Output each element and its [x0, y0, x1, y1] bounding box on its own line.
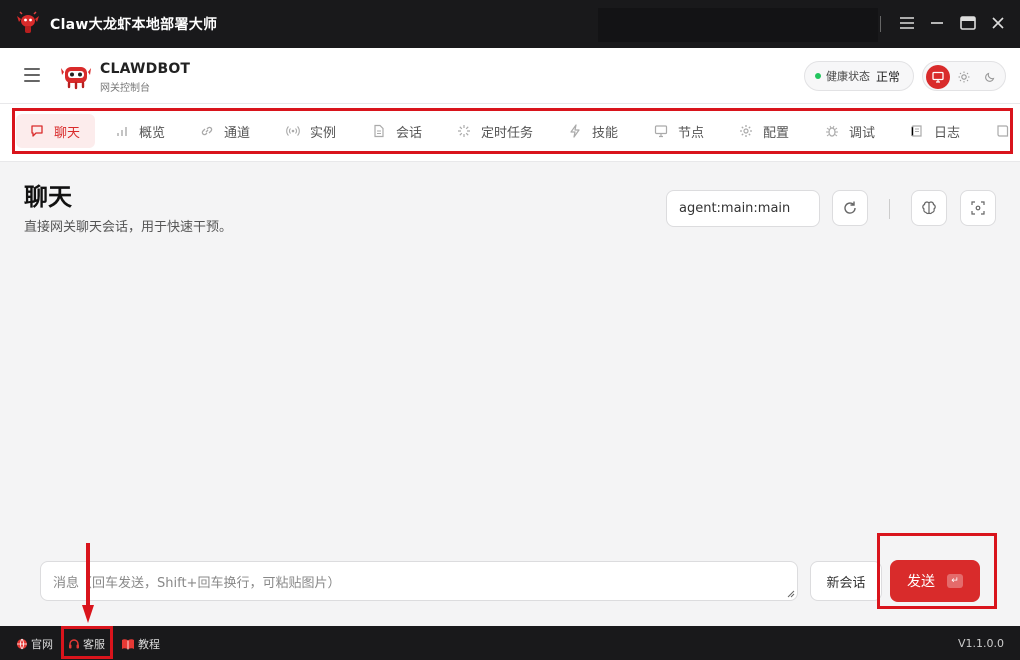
broadcast-icon: [286, 126, 300, 136]
session-key-input[interactable]: agent:main:main: [666, 190, 820, 227]
tab-channels[interactable]: 通道: [186, 114, 264, 148]
book-open-icon: [122, 639, 134, 650]
focus-icon: [971, 201, 985, 215]
gear-icon: [740, 125, 752, 137]
tab-label: 概览: [139, 125, 166, 141]
bug-icon: [826, 125, 838, 137]
refresh-button[interactable]: [832, 190, 868, 226]
health-status-label: 健康状态: [826, 70, 870, 83]
tutorial-label: 教程: [138, 638, 160, 651]
nav-tab-bar: 聊天 概览 通道 实例 会话 定时任务 技能 节点 配置 调试 日志: [0, 104, 1020, 162]
app-logo-icon: [17, 11, 39, 33]
tab-label: 定时任务: [481, 125, 534, 141]
window-title: Claw大龙虾本地部署大师: [50, 17, 218, 33]
document-icon: [374, 124, 384, 138]
title-bar: Claw大龙虾本地部署大师: [0, 0, 1020, 48]
brain-toggle-button[interactable]: [911, 190, 947, 226]
tab-scheduled-tasks[interactable]: 定时任务: [443, 114, 547, 148]
send-button[interactable]: 发送 ↵: [890, 560, 980, 602]
app-version: V1.1.0.0: [957, 637, 1004, 650]
dark-theme-button[interactable]: [978, 65, 1002, 89]
support-label: 客服: [83, 638, 105, 651]
tab-debug[interactable]: 调试: [811, 114, 889, 148]
globe-icon: [17, 638, 27, 650]
light-theme-button[interactable]: [952, 65, 976, 89]
link-icon: [201, 126, 213, 136]
hamburger-menu-icon[interactable]: [24, 68, 40, 82]
resize-grip-icon[interactable]: [787, 590, 795, 598]
system-theme-button[interactable]: [926, 65, 950, 89]
loader-icon: [458, 125, 470, 137]
refresh-icon: [844, 201, 856, 214]
new-session-button[interactable]: 新会话: [810, 561, 882, 601]
tab-sessions[interactable]: 会话: [358, 114, 436, 148]
tab-label: 技能: [592, 125, 619, 141]
health-status-badge: 健康状态 正常: [804, 61, 914, 91]
tab-label: 聊天: [54, 125, 81, 141]
tab-config[interactable]: 配置: [725, 114, 803, 148]
chat-bubble-icon: [31, 125, 43, 137]
tab-label: 通道: [224, 125, 251, 141]
website-label: 官网: [31, 638, 53, 651]
health-status-value: 正常: [876, 69, 901, 84]
message-input[interactable]: 消息（回车发送，Shift+回车换行，可粘贴图片）: [40, 561, 798, 601]
headset-icon: [69, 639, 79, 649]
tab-label: 日志: [934, 125, 961, 141]
moon-icon: [985, 72, 995, 82]
tab-label: 会话: [396, 125, 423, 141]
sun-icon: [958, 71, 970, 83]
clawdbot-logo-icon: [61, 67, 91, 90]
status-dot-icon: [815, 73, 821, 79]
book-icon: [997, 125, 1009, 137]
tab-label: 实例: [310, 125, 337, 141]
enter-key-icon: ↵: [947, 574, 963, 588]
bar-chart-icon: [117, 127, 127, 136]
send-label: 发送: [907, 574, 935, 590]
tab-nodes[interactable]: 节点: [640, 114, 718, 148]
maximize-icon[interactable]: [957, 12, 979, 34]
website-link[interactable]: 官网: [16, 636, 53, 652]
tab-label: 配置: [763, 125, 790, 141]
minimize-icon[interactable]: [926, 12, 948, 34]
tutorial-link[interactable]: 教程: [121, 636, 160, 652]
brand-subtitle: 网关控制台: [100, 83, 150, 94]
app-header: CLAWDBOT 网关控制台 健康状态 正常: [0, 48, 1020, 104]
tab-overview[interactable]: 概览: [101, 114, 179, 148]
menu-icon[interactable]: [896, 12, 918, 34]
toolbar-divider: [889, 199, 890, 219]
focus-mode-button[interactable]: [960, 190, 996, 226]
status-footer: 官网 客服 教程 V1.1.0.0: [0, 626, 1020, 660]
tab-skills[interactable]: 技能: [554, 114, 632, 148]
support-link[interactable]: 客服: [68, 636, 105, 652]
tab-label: 调试: [849, 125, 876, 141]
close-icon[interactable]: [987, 12, 1009, 34]
monitor-icon: [932, 71, 944, 83]
monitor-icon: [654, 125, 668, 138]
bolt-icon: [570, 124, 580, 138]
theme-switcher: [922, 61, 1006, 91]
titlebar-drag-region: [598, 8, 878, 42]
titlebar-divider: [880, 16, 881, 32]
brain-icon: [922, 201, 936, 215]
brand-name: CLAWDBOT: [100, 61, 191, 77]
tab-instances[interactable]: 实例: [272, 114, 350, 148]
tab-label: 节点: [678, 125, 705, 141]
page-description: 直接网关聊天会话，用于快速干预。: [24, 220, 233, 235]
tab-overflow[interactable]: [982, 114, 1020, 148]
chat-main-area: 聊天 直接网关聊天会话，用于快速干预。 agent:main:main 消息（回…: [0, 163, 1020, 626]
message-placeholder: 消息（回车发送，Shift+回车换行，可粘贴图片）: [53, 575, 341, 591]
tab-logs[interactable]: 日志: [896, 114, 974, 148]
log-icon: [911, 125, 922, 137]
tab-chat[interactable]: 聊天: [16, 114, 95, 148]
page-title: 聊天: [24, 183, 72, 211]
